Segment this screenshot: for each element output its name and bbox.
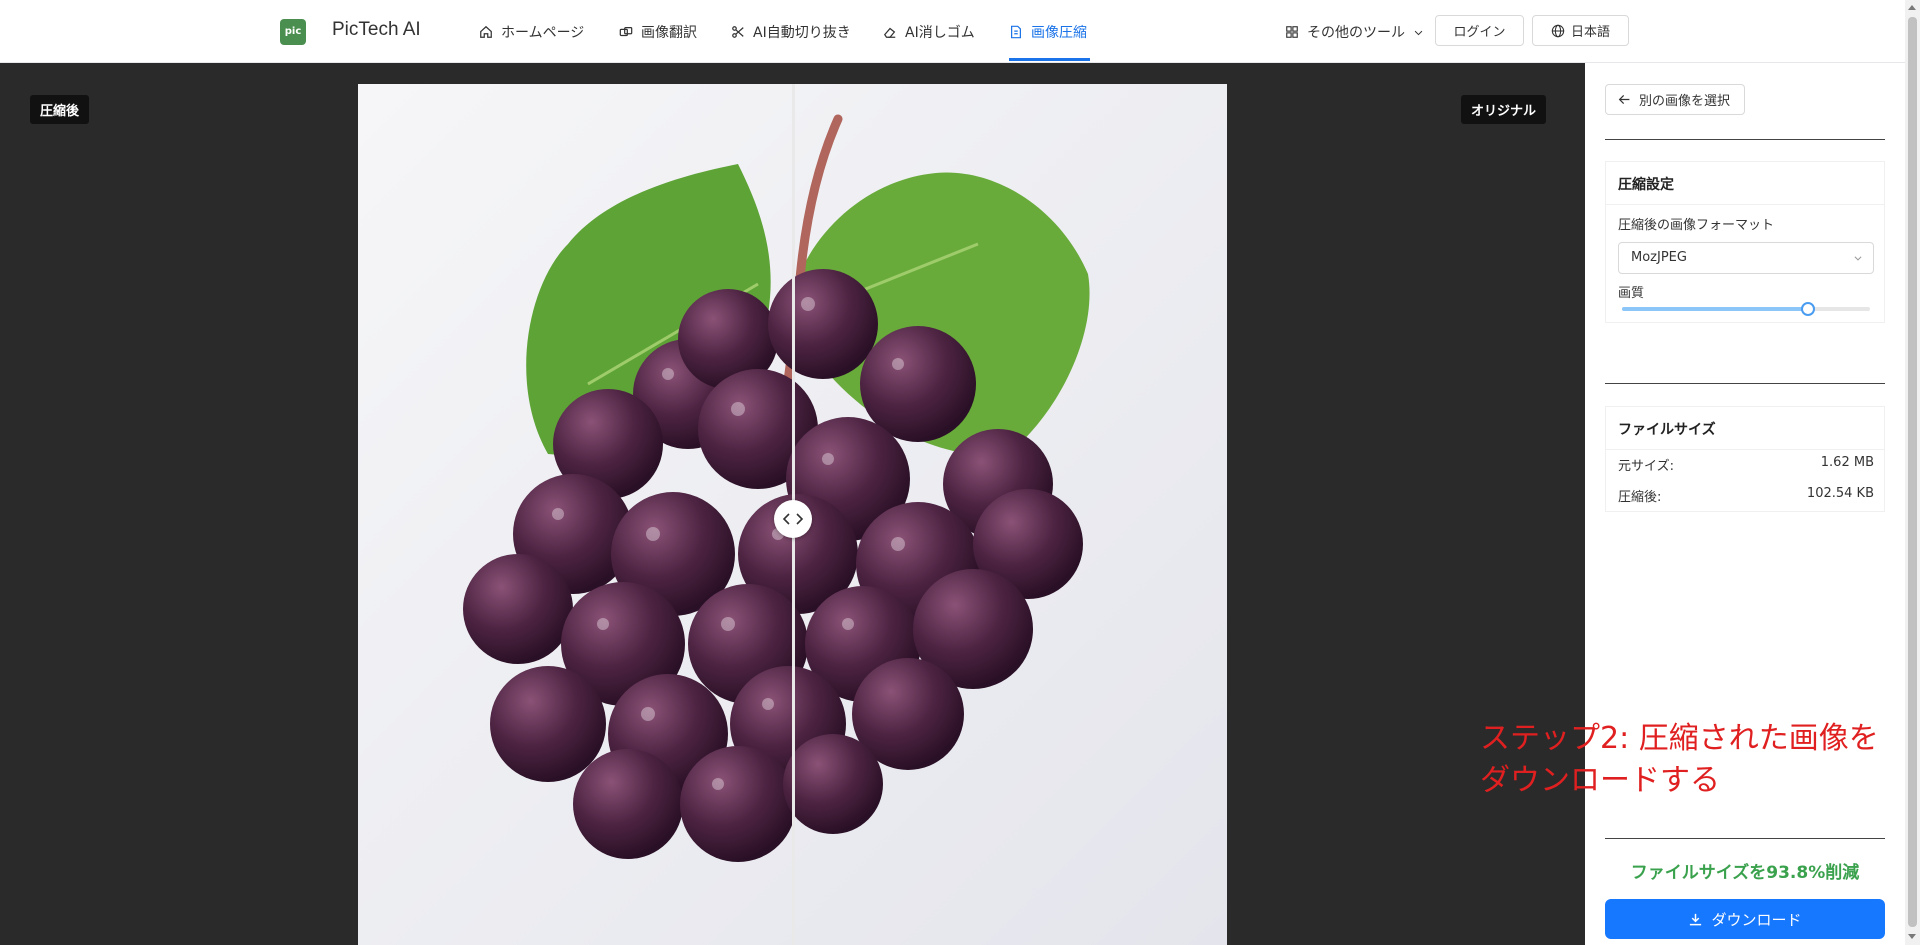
format-select[interactable]: MozJPEG xyxy=(1618,242,1874,274)
nav-image-compress-label: 画像圧縮 xyxy=(1031,25,1087,41)
quality-slider[interactable] xyxy=(1622,302,1870,316)
nav-image-translate[interactable]: 画像翻訳 xyxy=(619,22,697,42)
nav-home[interactable]: ホームページ xyxy=(479,22,584,42)
original-size-value: 1.62 MB xyxy=(1820,455,1874,470)
compression-sidebar: 別の画像を選択 圧縮設定 圧縮後の画像フォーマット MozJPEG 画質 ファイ… xyxy=(1585,63,1905,945)
brand-name[interactable]: PicTech AI xyxy=(332,19,421,41)
grid-icon xyxy=(1286,26,1298,38)
more-tools-dropdown[interactable]: その他のツール xyxy=(1285,22,1424,42)
compression-settings-title: 圧縮設定 xyxy=(1606,162,1884,205)
divider xyxy=(1605,383,1885,384)
scroll-down-arrow-icon[interactable] xyxy=(1908,934,1916,939)
top-navbar: pic PicTech AI ホームページ 画像翻訳 AI自動切り抜き AI消し… xyxy=(0,0,1905,63)
scissors-icon xyxy=(732,26,744,38)
scrollbar-thumb[interactable] xyxy=(1908,17,1917,927)
chevron-down-icon xyxy=(1854,256,1862,261)
language-button[interactable]: 日本語 xyxy=(1532,15,1629,46)
compressed-size-value: 102.54 KB xyxy=(1806,486,1874,501)
login-label: ログイン xyxy=(1453,25,1506,40)
left-right-arrows-icon xyxy=(782,513,804,525)
original-size-label: 元サイズ: xyxy=(1618,459,1674,474)
active-tab-underline xyxy=(1009,58,1090,61)
arrow-left-icon xyxy=(1618,95,1630,104)
eraser-icon xyxy=(883,27,896,38)
language-label: 日本語 xyxy=(1570,25,1610,40)
file-size-card: ファイルサイズ 元サイズ: 1.62 MB 圧縮後: 102.54 KB xyxy=(1605,406,1885,512)
download-label: ダウンロード xyxy=(1711,910,1802,929)
nav-ai-cutout[interactable]: AI自動切り抜き xyxy=(731,22,851,42)
divider xyxy=(1605,838,1885,839)
image-compare-viewer: 圧縮後 オリジナル xyxy=(0,63,1585,945)
home-icon xyxy=(480,25,492,38)
download-icon xyxy=(1690,913,1702,925)
more-tools-label: その他のツール xyxy=(1307,25,1405,41)
nav-image-translate-label: 画像翻訳 xyxy=(641,25,697,41)
grape-photo xyxy=(358,84,1227,945)
file-icon xyxy=(1011,25,1021,39)
divider xyxy=(1605,139,1885,140)
compare-slider-handle[interactable] xyxy=(774,500,812,538)
size-reduction-text: ファイルサイズを93.8%削減 xyxy=(1630,863,1860,883)
choose-another-image-label: 別の画像を選択 xyxy=(1639,94,1731,109)
compressed-size-row: 圧縮後: 102.54 KB xyxy=(1618,486,1874,505)
download-button[interactable]: ダウンロード xyxy=(1605,899,1885,939)
original-size-row: 元サイズ: 1.62 MB xyxy=(1618,455,1874,474)
chevron-down-icon xyxy=(1414,30,1423,35)
format-label: 圧縮後の画像フォーマット xyxy=(1618,218,1775,233)
step-annotation: ステップ2: 圧縮された画像を ダウンロードする xyxy=(1480,721,1879,798)
login-button[interactable]: ログイン xyxy=(1435,15,1524,46)
quality-slider-fill xyxy=(1622,307,1808,311)
choose-another-image-button[interactable]: 別の画像を選択 xyxy=(1605,84,1746,115)
quality-slider-thumb[interactable] xyxy=(1801,302,1815,316)
original-tag: オリジナル xyxy=(1461,95,1547,124)
nav-ai-eraser-label: AI消しゴム xyxy=(905,25,975,41)
nav-ai-eraser[interactable]: AI消しゴム xyxy=(883,22,975,42)
format-select-value: MozJPEG xyxy=(1631,250,1687,265)
quality-label: 画質 xyxy=(1618,286,1645,301)
translate-icon xyxy=(619,27,633,37)
logo-icon[interactable]: pic xyxy=(280,19,306,45)
nav-ai-cutout-label: AI自動切り抜き xyxy=(753,25,851,41)
compression-settings-card: 圧縮設定 圧縮後の画像フォーマット MozJPEG 画質 xyxy=(1605,161,1885,323)
nav-image-compress[interactable]: 画像圧縮 xyxy=(1009,22,1087,42)
nav-home-label: ホームページ xyxy=(501,25,585,41)
globe-icon xyxy=(1551,24,1565,37)
compressed-size-label: 圧縮後: xyxy=(1618,490,1662,505)
file-size-title: ファイルサイズ xyxy=(1606,407,1884,450)
page-scrollbar[interactable] xyxy=(1905,0,1920,945)
compressed-tag: 圧縮後 xyxy=(30,95,90,124)
scroll-up-arrow-icon[interactable] xyxy=(1908,5,1916,10)
